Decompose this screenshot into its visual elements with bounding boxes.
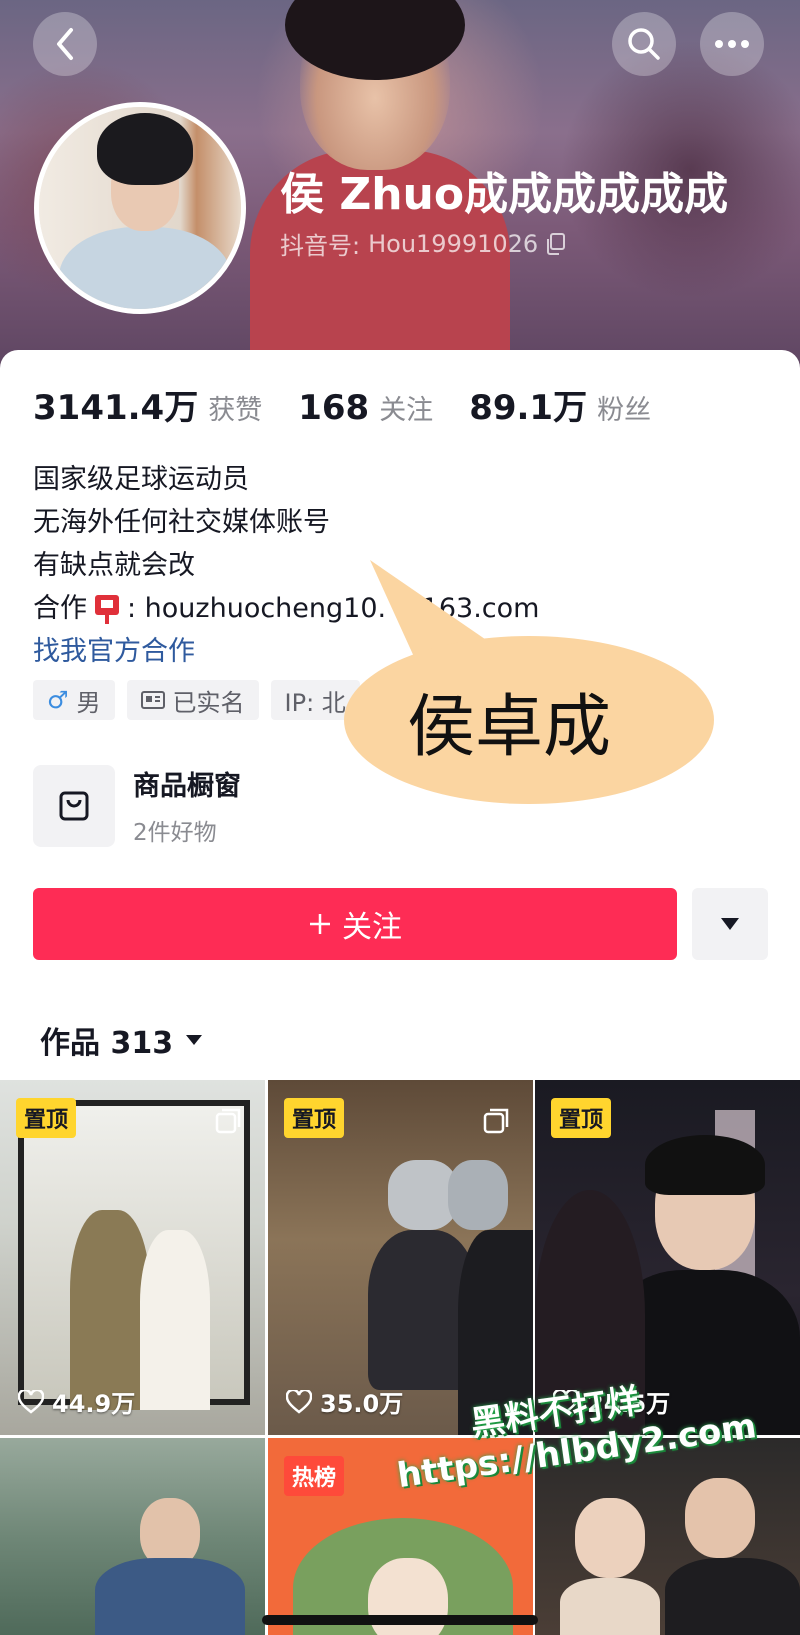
video-grid: 置顶 44.9万 置顶 35.0万 置顶 24.5万 热榜	[0, 1080, 800, 1635]
home-indicator[interactable]	[262, 1615, 538, 1625]
followers-count[interactable]: 89.1万	[469, 380, 587, 429]
follow-button[interactable]: 关注	[33, 888, 677, 960]
video-likes: 44.9万	[18, 1384, 135, 1419]
hot-list-badge: 热榜	[284, 1456, 345, 1496]
gender-tag: ♂ 男	[33, 680, 115, 720]
male-icon: ♂	[47, 686, 69, 714]
image-set-icon	[215, 1108, 241, 1134]
followers-label[interactable]: 粉丝	[597, 388, 651, 427]
bio-line: 国家级足球运动员	[33, 464, 249, 495]
gender-label: 男	[76, 688, 101, 717]
annotation-text: 侯卓成	[406, 687, 611, 767]
search-button[interactable]	[612, 12, 676, 76]
shopping-bag-icon	[59, 791, 89, 820]
shop-title: 商品橱窗	[133, 771, 241, 802]
pinned-badge: 置顶	[16, 1098, 77, 1138]
following-label[interactable]: 关注	[379, 388, 433, 427]
heart-icon	[18, 1389, 44, 1414]
copy-icon[interactable]	[546, 232, 566, 255]
stats-row: 3141.4万 获赞 168 关注 89.1万 粉丝	[33, 380, 687, 429]
coop-label: 合作	[33, 593, 87, 624]
chevron-left-icon	[57, 28, 73, 60]
pinned-badge: 置顶	[551, 1098, 612, 1138]
video-cell[interactable]: 置顶 35.0万	[268, 1080, 533, 1435]
shop-subtitle: 2件好物	[133, 820, 217, 846]
mailbox-icon	[95, 594, 119, 624]
works-label: 作品 313	[40, 1026, 174, 1061]
follow-label: 关注	[342, 910, 402, 945]
verified-label: 已实名	[172, 688, 245, 717]
more-dots-icon	[715, 40, 749, 48]
back-button[interactable]	[33, 12, 97, 76]
avatar[interactable]	[34, 102, 246, 314]
douyin-id-value: Hou19991026	[368, 229, 539, 258]
more-button[interactable]	[700, 12, 764, 76]
shop-icon-box	[33, 764, 115, 847]
bio-line: 无海外任何社交媒体账号	[33, 507, 330, 538]
plus-icon	[310, 914, 330, 934]
heart-icon	[286, 1389, 312, 1414]
video-cell[interactable]	[0, 1438, 265, 1635]
shop-window[interactable]: 商品橱窗 2件好物	[33, 764, 241, 847]
image-set-icon	[483, 1108, 509, 1134]
works-tab[interactable]: 作品 313	[40, 1018, 203, 1062]
search-icon	[628, 28, 660, 60]
profile-name: 侯 Zhuo成成成成成成	[280, 169, 729, 220]
verified-tag[interactable]: 已实名	[126, 680, 259, 720]
video-cell[interactable]: 置顶 44.9万	[0, 1080, 265, 1435]
id-card-icon	[140, 691, 165, 709]
likes-count: 3141.4万	[33, 388, 199, 428]
douyin-id-label: 抖音号:	[280, 232, 361, 260]
recommend-dropdown-button[interactable]	[692, 888, 768, 960]
caret-down-icon	[721, 918, 739, 930]
video-likes: 35.0万	[286, 1384, 403, 1419]
following-count[interactable]: 168	[298, 388, 369, 428]
douyin-id[interactable]: 抖音号: Hou19991026	[280, 226, 566, 261]
likes-label: 获赞	[208, 395, 263, 426]
tags-row: ♂ 男 已实名 IP: 北	[33, 680, 360, 720]
ip-label: IP: 北	[284, 688, 346, 717]
caret-down-icon	[186, 1035, 203, 1045]
pinned-badge: 置顶	[284, 1098, 345, 1138]
likes-count-label: 44.9万	[52, 1390, 136, 1418]
